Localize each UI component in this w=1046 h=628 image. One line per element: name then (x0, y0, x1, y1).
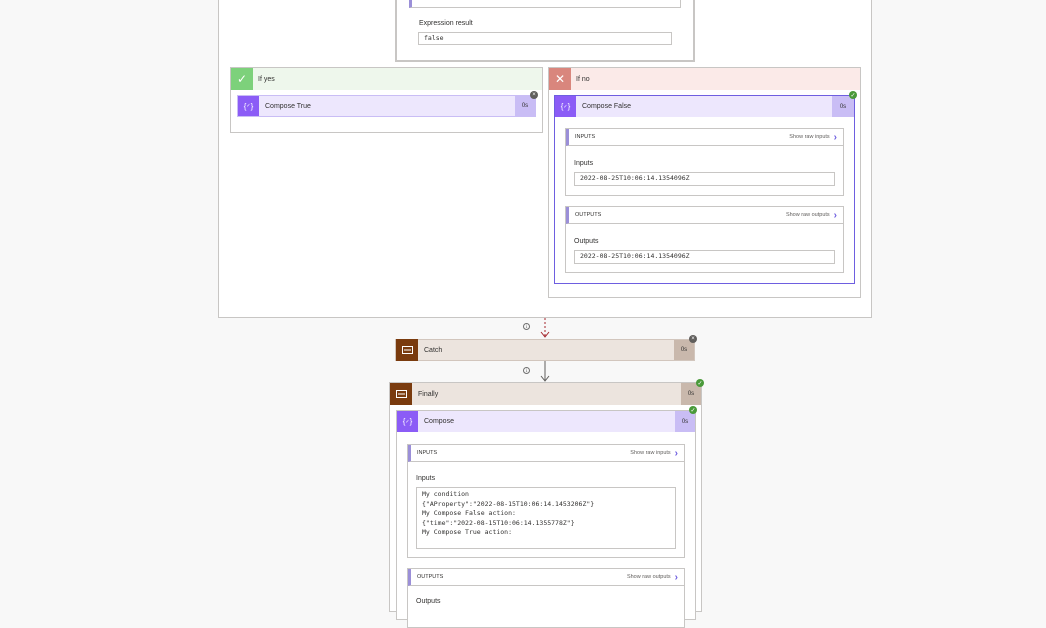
inputs-section-header[interactable]: INPUTS Show raw inputs › (566, 129, 843, 146)
expression-result-field: false (418, 32, 672, 45)
compose-icon: {✓} (397, 411, 418, 432)
catch-duration: 0s (674, 340, 694, 360)
finally-scope: Finally 0s {✓} Compose 0s INPUTS Show ra… (389, 382, 702, 628)
inputs-label: Inputs (574, 160, 594, 167)
skipped-badge-icon: × (530, 91, 538, 99)
if-yes-header[interactable]: ✓ If yes (231, 68, 542, 90)
compose-inputs-field: My condition {"AProperty":"2022-08-15T10… (416, 487, 676, 549)
outputs-section-header[interactable]: OUTPUTS Show raw outputs › (566, 207, 843, 224)
if-no-label: If no (576, 75, 590, 83)
chevron-right-icon: › (674, 571, 678, 583)
compose-outputs-header-row[interactable]: OUTPUTS Show raw outputs › (408, 569, 684, 586)
succeeded-badge-icon: ✓ (689, 406, 697, 414)
compose-false-header[interactable]: {✓} Compose False 0s (555, 96, 854, 117)
compose-outputs-section: OUTPUTS Show raw outputs › Outputs (407, 568, 685, 628)
outputs-header: OUTPUTS (575, 212, 602, 218)
compose-icon: {✓} (238, 96, 259, 116)
x-mark-icon: ✕ (549, 68, 571, 90)
skipped-badge-icon: × (689, 335, 697, 343)
scope-icon (396, 339, 418, 361)
compose-duration: 0s (675, 411, 695, 432)
compose-outputs-header: OUTPUTS (417, 574, 444, 580)
finally-header[interactable]: Finally 0s (390, 383, 701, 405)
compose-input-line: My Compose False action: (422, 509, 516, 517)
compose-inputs-label: Inputs (416, 475, 436, 482)
inputs-field: 2022-08-25T10:06:14.1354096Z (574, 172, 835, 186)
compose-inputs-header-row[interactable]: INPUTS Show raw inputs › (408, 445, 684, 462)
compose-title: Compose (424, 418, 454, 425)
compose-input-line: My condition (422, 490, 469, 498)
show-raw-inputs-link[interactable]: Show raw inputs (630, 450, 670, 456)
expression-result-label: Expression result (419, 20, 473, 27)
compose-true-duration: 0s (515, 96, 535, 116)
compose-header[interactable]: {✓} Compose 0s (397, 411, 695, 432)
condition-panel: Expression result false (395, 0, 695, 62)
succeeded-badge-icon: ✓ (849, 91, 857, 99)
compose-input-line: My Compose True action: (422, 528, 513, 536)
finally-title: Finally (418, 390, 439, 398)
chevron-right-icon: › (833, 131, 837, 143)
compose-false-title: Compose False (582, 103, 632, 110)
info-icon[interactable]: i (523, 367, 530, 374)
if-yes-label: If yes (258, 75, 275, 83)
connector-arrow-dashed (540, 318, 550, 338)
show-raw-outputs-link[interactable]: Show raw outputs (786, 212, 830, 218)
chevron-right-icon: › (833, 209, 837, 221)
outputs-label: Outputs (574, 238, 599, 245)
scope-icon (390, 383, 412, 405)
compose-true-title: Compose True (265, 102, 311, 110)
succeeded-badge-icon: ✓ (696, 379, 704, 387)
compose-icon: {✓} (555, 96, 576, 117)
chevron-right-icon: › (674, 447, 678, 459)
compose-input-line: {"time":"2022-08-15T10:06:14.1355778Z"} (422, 518, 575, 527)
compose-outputs-label: Outputs (416, 598, 441, 605)
compose-card: {✓} Compose 0s INPUTS Show raw inputs › I… (396, 410, 696, 628)
compose-false-card: {✓} Compose False 0s INPUTS Show raw inp… (554, 95, 855, 284)
inputs-section: INPUTS Show raw inputs › Inputs 2022-08-2… (565, 128, 844, 196)
outputs-field: 2022-08-25T10:06:14.1354096Z (574, 250, 835, 264)
show-raw-outputs-link[interactable]: Show raw outputs (627, 574, 671, 580)
connector-arrow (540, 361, 550, 382)
if-yes-branch: ✓ If yes {✓} Compose True 0s × (230, 67, 543, 133)
outputs-section: OUTPUTS Show raw outputs › Outputs 2022-0… (565, 206, 844, 273)
if-no-header[interactable]: ✕ If no (549, 68, 860, 90)
catch-card[interactable]: Catch 0s (395, 339, 695, 361)
if-no-branch: ✕ If no {✓} Compose False 0s INPUTS Show… (548, 67, 861, 298)
inputs-header: INPUTS (575, 134, 596, 140)
compose-inputs-header: INPUTS (417, 450, 438, 456)
show-raw-inputs-link[interactable]: Show raw inputs (789, 134, 829, 140)
catch-title: Catch (424, 346, 443, 354)
compose-true-card[interactable]: {✓} Compose True 0s (237, 95, 536, 117)
info-icon[interactable]: i (523, 323, 530, 330)
compose-input-line: {"AProperty":"2022-08-15T10:06:14.145320… (422, 499, 595, 508)
compose-false-duration: 0s (832, 96, 854, 117)
compose-inputs-section: INPUTS Show raw inputs › Inputs My condit… (407, 444, 685, 558)
checkmark-icon: ✓ (231, 68, 253, 90)
